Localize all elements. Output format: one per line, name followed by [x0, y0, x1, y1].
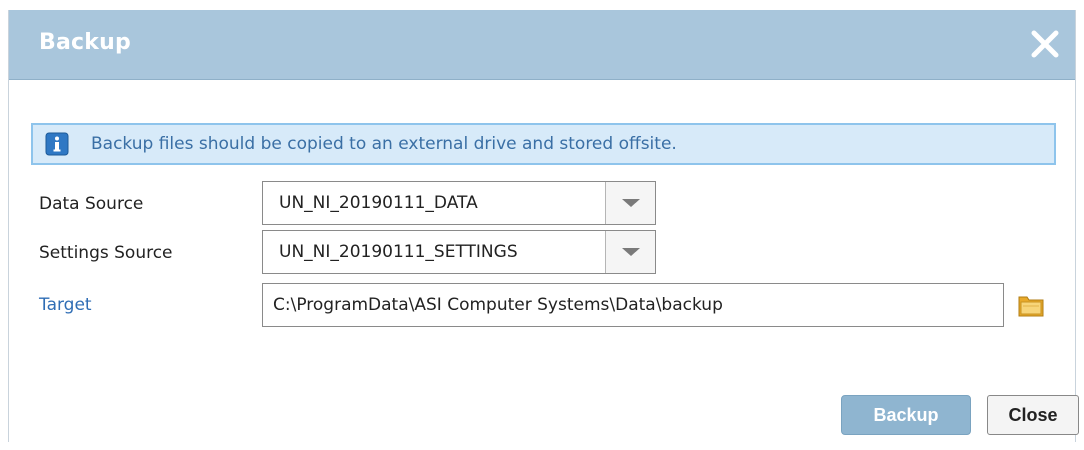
- info-message: Backup files should be copied to an exte…: [91, 134, 677, 154]
- dialog-titlebar: Backup: [9, 10, 1075, 80]
- info-banner: Backup files should be copied to an exte…: [31, 123, 1056, 165]
- settings-source-select[interactable]: UN_NI_20190111_SETTINGS: [262, 230, 656, 274]
- settings-source-value: UN_NI_20190111_SETTINGS: [279, 242, 518, 262]
- settings-source-dropdown-button[interactable]: [605, 231, 655, 273]
- backup-dialog: Backup Backup files should be copied to …: [8, 10, 1079, 442]
- close-button[interactable]: Close: [987, 395, 1079, 435]
- data-source-label: Data Source: [39, 194, 144, 214]
- target-path-input[interactable]: [262, 283, 1004, 327]
- folder-icon[interactable]: [1018, 293, 1044, 317]
- data-source-dropdown-button[interactable]: [605, 182, 655, 224]
- chevron-down-icon: [621, 248, 640, 256]
- settings-source-label: Settings Source: [39, 243, 173, 263]
- info-icon: [45, 132, 69, 156]
- chevron-down-icon: [621, 199, 640, 207]
- data-source-value: UN_NI_20190111_DATA: [279, 193, 478, 213]
- data-source-select[interactable]: UN_NI_20190111_DATA: [262, 181, 656, 225]
- backup-button[interactable]: Backup: [841, 395, 971, 435]
- dialog-title: Backup: [39, 30, 131, 55]
- target-label-link[interactable]: Target: [39, 295, 92, 315]
- close-icon[interactable]: [1025, 24, 1065, 64]
